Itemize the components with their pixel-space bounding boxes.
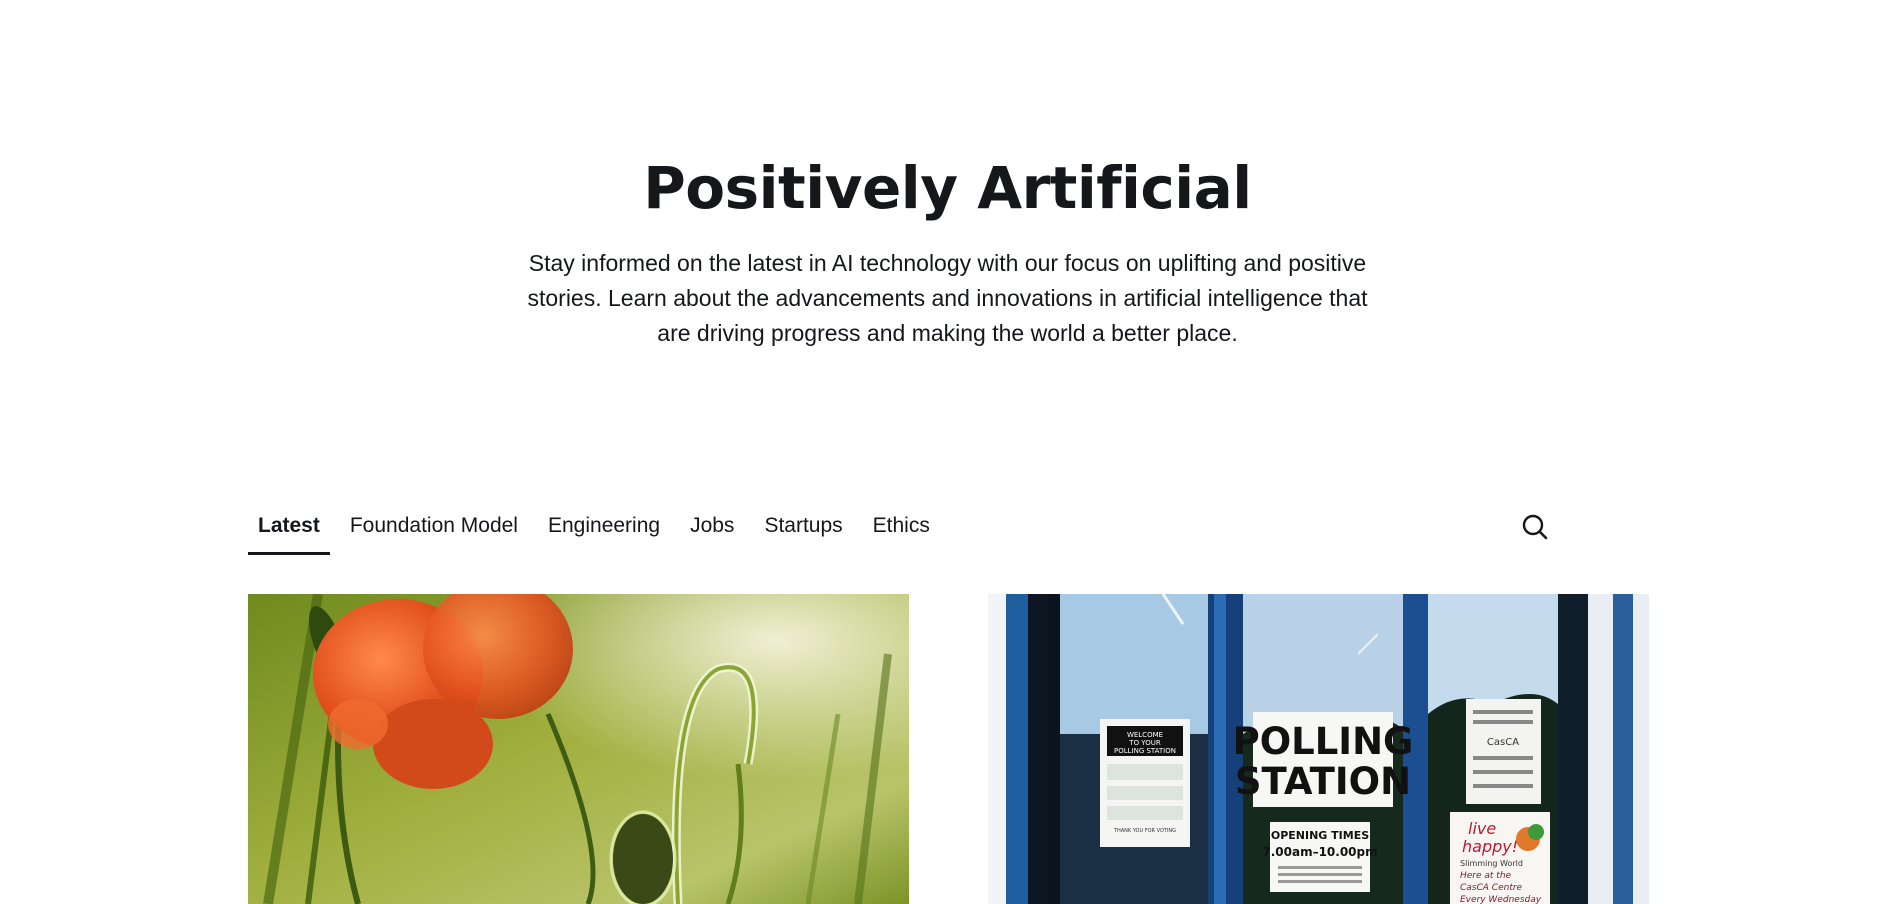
svg-text:Every Wednesday: Every Wednesday xyxy=(1460,895,1542,904)
post-image-poppy xyxy=(248,594,909,904)
svg-text:POLLING STATION: POLLING STATION xyxy=(1114,747,1176,755)
svg-text:CasCA: CasCA xyxy=(1487,737,1519,748)
svg-text:WELCOME: WELCOME xyxy=(1127,731,1163,739)
svg-text:Here at the: Here at the xyxy=(1460,871,1512,881)
tab-foundation-model[interactable]: Foundation Model xyxy=(340,510,528,552)
tab-engineering[interactable]: Engineering xyxy=(538,510,670,552)
svg-text:happy!: happy! xyxy=(1462,837,1518,856)
post-card-poppy[interactable] xyxy=(248,594,909,904)
svg-text:THANK YOU FOR VOTING: THANK YOU FOR VOTING xyxy=(1113,828,1176,834)
category-nav: Latest Foundation Model Engineering Jobs… xyxy=(248,510,1648,555)
tab-startups[interactable]: Startups xyxy=(754,510,852,552)
search-icon xyxy=(1522,514,1548,540)
site-description: Stay informed on the latest in AI techno… xyxy=(527,250,1368,346)
svg-text:TO YOUR: TO YOUR xyxy=(1128,739,1161,747)
svg-text:STATION: STATION xyxy=(1235,760,1411,803)
post-image-polling-station: WELCOME TO YOUR POLLING STATION THANK YO… xyxy=(988,594,1649,904)
tab-latest[interactable]: Latest xyxy=(248,510,330,555)
svg-text:live: live xyxy=(1468,819,1496,838)
svg-text:7.00am–10.00pm: 7.00am–10.00pm xyxy=(1262,845,1377,859)
svg-text:CasCA Centre: CasCA Centre xyxy=(1460,883,1523,893)
site-header: Positively Artificial Stay informed on t… xyxy=(0,150,1895,351)
site-title: Positively Artificial xyxy=(643,154,1252,222)
svg-text:OPENING TIMES: OPENING TIMES xyxy=(1271,829,1369,842)
svg-text:Slimming World: Slimming World xyxy=(1460,859,1523,868)
search-button[interactable] xyxy=(1518,510,1552,544)
category-tabs: Latest Foundation Model Engineering Jobs… xyxy=(248,510,1648,555)
svg-text:POLLING: POLLING xyxy=(1233,720,1414,763)
tab-jobs[interactable]: Jobs xyxy=(680,510,744,552)
tab-ethics[interactable]: Ethics xyxy=(863,510,940,552)
post-card-polling-station[interactable]: WELCOME TO YOUR POLLING STATION THANK YO… xyxy=(988,594,1649,904)
